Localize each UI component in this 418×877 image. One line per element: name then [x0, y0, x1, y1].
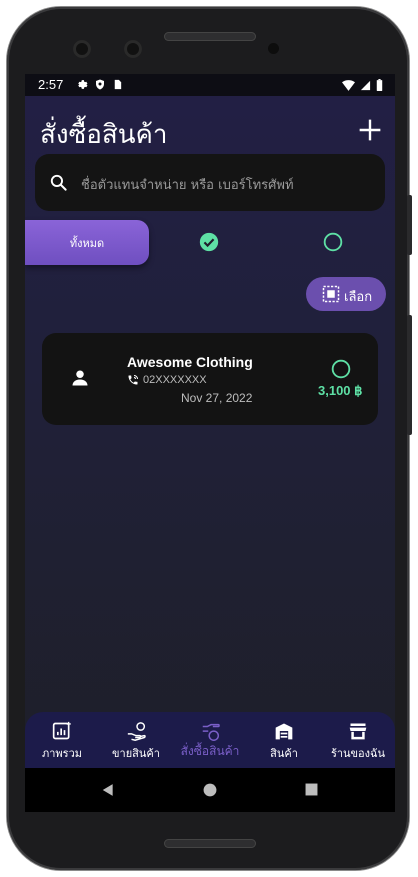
nav-sell-label: ขายสินค้า: [112, 747, 160, 760]
back-icon[interactable]: [101, 783, 115, 797]
nav-my-store-label: ร้านของฉัน: [330, 747, 386, 760]
proximity-sensor: [268, 43, 279, 54]
app-screen: 2:57 สั่งซื้อสินค้า ชื่อตัวแทนจำหน่าย หร…: [25, 74, 395, 812]
select-button-label: เลือก: [344, 290, 373, 305]
nav-products[interactable]: สินค้า: [247, 712, 321, 768]
nav-sell[interactable]: ขายสินค้า: [99, 712, 173, 768]
warehouse-icon: [275, 723, 293, 740]
filter-all-tab[interactable]: ทั้งหมด: [25, 220, 149, 265]
add-icon[interactable]: [359, 119, 381, 141]
search-icon: [50, 174, 67, 191]
settings-icon: [78, 80, 88, 89]
nav-products-label: สินค้า: [270, 747, 298, 760]
person-icon: [72, 370, 88, 386]
sell-icon: [127, 722, 146, 742]
search-bar[interactable]: ชื่อตัวแทนจำหน่าย หรือ เบอร์โทรศัพท์: [35, 154, 385, 211]
filter-completed-icon[interactable]: [199, 232, 219, 252]
nav-my-store[interactable]: ร้านของฉัน: [321, 712, 395, 768]
order-status-pending-icon[interactable]: [331, 359, 351, 379]
order-card[interactable]: Awesome Clothing 02XXXXXXX Nov 27, 2022 …: [42, 333, 378, 425]
nav-purchase[interactable]: สั่งซื้อสินค้า: [173, 712, 247, 768]
nav-purchase-label: สั่งซื้อสินค้า: [180, 744, 240, 758]
front-camera-secondary: [124, 40, 142, 58]
power-button: [407, 195, 412, 255]
status-bar: 2:57: [25, 74, 395, 96]
system-navigation-bar: [25, 768, 395, 812]
signal-icon: [360, 80, 371, 90]
recents-icon[interactable]: [305, 783, 318, 796]
earpiece-speaker: [164, 32, 256, 41]
wifi-icon: [342, 79, 355, 91]
page-title: สั่งซื้อสินค้า: [40, 120, 168, 150]
order-amount: 3,100 ฿: [318, 383, 363, 398]
nav-overview[interactable]: ภาพรวม: [25, 712, 99, 768]
select-all-icon: [322, 285, 340, 303]
shield-icon: [96, 79, 104, 90]
battery-icon: [376, 79, 383, 91]
home-icon[interactable]: [203, 783, 217, 797]
order-phone: 02XXXXXXX: [143, 374, 207, 386]
status-time: 2:57: [38, 77, 64, 92]
order-supplier-name: Awesome Clothing: [127, 354, 253, 370]
filter-all-label: ทั้งหมด: [69, 236, 105, 250]
store-icon: [349, 723, 367, 740]
nav-overview-label: ภาพรวม: [41, 747, 82, 760]
order-date: Nov 27, 2022: [181, 391, 253, 405]
top-bezel: [7, 7, 409, 73]
purchase-icon: [202, 723, 220, 741]
phone-in-talk-icon: [128, 375, 138, 385]
volume-button: [407, 315, 412, 435]
filter-pending-icon[interactable]: [323, 232, 343, 252]
dashboard-icon: [52, 721, 71, 740]
search-input[interactable]: ชื่อตัวแทนจำหน่าย หรือ เบอร์โทรศัพท์: [81, 174, 294, 195]
front-camera: [73, 40, 91, 58]
select-button[interactable]: เลือก: [306, 277, 386, 311]
bottom-navigation: ภาพรวม ขายสินค้า สั่งซื้อสินค้า สินค้า ร…: [25, 712, 395, 768]
sd-card-icon: [114, 79, 122, 90]
bottom-speaker: [164, 839, 256, 848]
